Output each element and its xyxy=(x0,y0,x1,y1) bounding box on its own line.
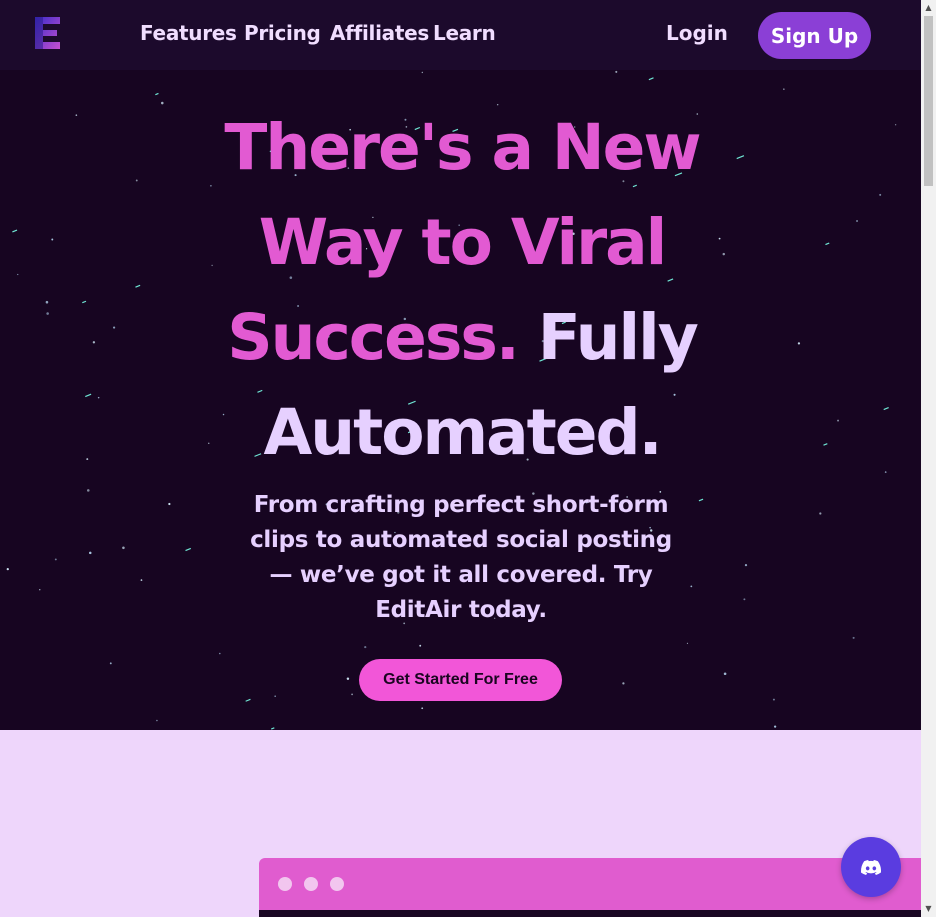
discord-button[interactable] xyxy=(841,837,901,897)
star-dot xyxy=(783,88,785,90)
window-dot-icon xyxy=(278,877,292,891)
star-dot xyxy=(86,458,89,461)
star-dot xyxy=(112,326,116,329)
star-dot xyxy=(140,579,143,581)
window-dot-icon xyxy=(304,877,318,891)
star-streak xyxy=(82,300,87,304)
login-link[interactable]: Login xyxy=(666,21,728,45)
star-dot xyxy=(274,695,276,697)
star-dot xyxy=(622,682,625,685)
signup-button[interactable]: Sign Up xyxy=(758,12,871,59)
star-dot xyxy=(852,636,855,639)
star-streak xyxy=(736,155,745,160)
star-dot xyxy=(879,193,882,196)
star-dot xyxy=(219,652,221,655)
star-streak xyxy=(825,242,830,246)
star-dot xyxy=(837,419,839,422)
star-dot xyxy=(894,124,897,126)
star-dot xyxy=(17,273,19,276)
star-dot xyxy=(819,512,822,515)
star-dot xyxy=(6,568,9,571)
star-dot xyxy=(419,644,422,647)
star-dot xyxy=(722,252,725,256)
star-streak xyxy=(270,727,275,730)
nav-link-features[interactable]: Features xyxy=(140,21,237,45)
nav-link-pricing[interactable]: Pricing xyxy=(244,21,321,45)
star-dot xyxy=(723,672,727,676)
star-dot xyxy=(75,114,78,116)
headline-line-3-light: Fully xyxy=(537,301,699,374)
star-dot xyxy=(797,342,801,345)
star-streak xyxy=(12,229,18,233)
star-dot xyxy=(686,642,689,644)
star-dot xyxy=(744,564,748,567)
lower-section xyxy=(0,730,921,917)
scroll-down-arrow-icon[interactable]: ▼ xyxy=(924,904,933,913)
scrollbar-thumb[interactable] xyxy=(924,16,933,186)
scroll-up-arrow-icon[interactable]: ▲ xyxy=(924,3,933,12)
star-streak xyxy=(85,393,92,398)
star-dot xyxy=(351,693,353,696)
hero-section: There's a New Way to Viral Success. Full… xyxy=(0,70,921,730)
nav-link-learn[interactable]: Learn xyxy=(433,21,496,45)
top-nav: Features Pricing Affiliates Learn Login … xyxy=(0,0,921,70)
star-dot xyxy=(772,698,775,701)
star-dot xyxy=(168,502,171,506)
star-dot xyxy=(743,598,746,601)
star-dot xyxy=(46,312,49,315)
star-streak xyxy=(823,443,828,446)
star-dot xyxy=(346,677,350,681)
star-streak xyxy=(883,406,889,411)
headline-line-4: Automated. xyxy=(263,396,662,469)
star-dot xyxy=(211,264,213,267)
star-dot xyxy=(92,341,96,344)
star-dot xyxy=(773,725,777,728)
headline-line-2: Way to Viral xyxy=(258,206,668,279)
star-dot xyxy=(856,220,858,222)
star-dot xyxy=(718,237,721,240)
window-dot-icon xyxy=(330,877,344,891)
star-dot xyxy=(690,585,693,588)
star-dot xyxy=(39,589,41,591)
discord-icon xyxy=(861,859,881,875)
editair-logo-icon[interactable] xyxy=(33,15,63,51)
star-dot xyxy=(135,179,138,182)
star-streak xyxy=(135,284,141,288)
hero-headline: There's a New Way to Viral Success. Full… xyxy=(222,100,702,480)
get-started-button[interactable]: Get Started For Free xyxy=(359,659,562,701)
hero-subtext: From crafting perfect short-form clips t… xyxy=(250,492,672,623)
star-dot xyxy=(86,489,90,492)
star-dot xyxy=(364,645,367,649)
star-dot xyxy=(109,662,112,665)
star-streak xyxy=(698,498,704,502)
star-dot xyxy=(122,546,125,550)
star-dot xyxy=(54,558,57,561)
nav-link-affiliates[interactable]: Affiliates xyxy=(330,21,429,45)
page: Features Pricing Affiliates Learn Login … xyxy=(0,0,921,917)
star-dot xyxy=(210,184,212,187)
star-streak xyxy=(245,698,251,702)
headline-line-3-pink: Success. xyxy=(227,301,520,374)
star-dot xyxy=(161,101,164,105)
star-streak xyxy=(185,547,192,552)
star-dot xyxy=(208,442,210,444)
star-streak xyxy=(648,77,654,81)
star-dot xyxy=(51,238,54,241)
star-dot xyxy=(421,707,424,710)
star-dot xyxy=(97,396,100,399)
headline-line-1: There's a New xyxy=(224,111,701,184)
star-dot xyxy=(156,719,158,722)
star-dot xyxy=(615,70,618,73)
browser-mockup xyxy=(259,858,921,917)
page-scrollbar[interactable]: ▲ ▼ xyxy=(921,0,936,917)
star-dot xyxy=(89,551,92,555)
star-dot xyxy=(45,300,49,304)
star-dot xyxy=(421,71,423,74)
star-streak xyxy=(155,92,159,96)
browser-content-area xyxy=(259,910,921,917)
star-dot xyxy=(884,471,887,473)
